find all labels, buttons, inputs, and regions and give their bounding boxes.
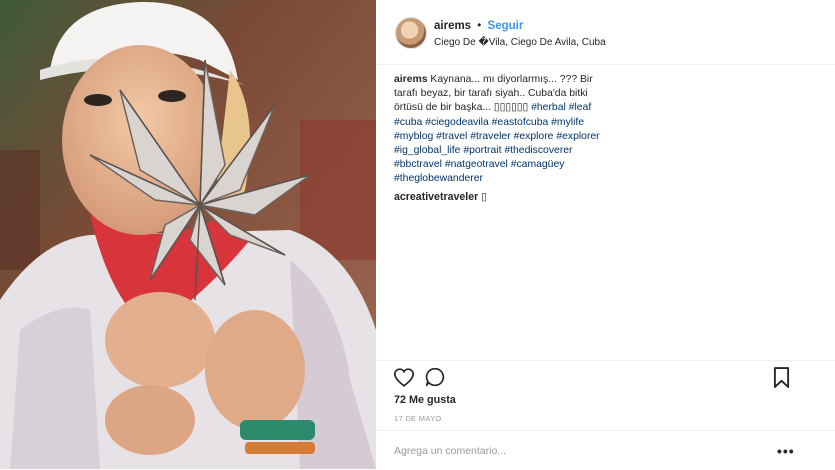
- hashtag-link[interactable]: #eastofcuba: [492, 117, 549, 128]
- hashtag-link[interactable]: #cuba: [394, 117, 422, 128]
- caption: airems Kaynana... mı diyorlarmış... ??? …: [394, 73, 619, 187]
- hashtag-link[interactable]: #mylife: [551, 117, 584, 128]
- comment: acreativetraveler ▯: [394, 191, 487, 203]
- hashtag-link[interactable]: #myblog: [394, 131, 433, 142]
- comment-bar: •••: [376, 430, 835, 470]
- caption-hashtags: #herbal #leaf #cuba #ciegodeavila #easto…: [394, 102, 600, 184]
- post-date: 17 DE MAYO: [394, 414, 442, 423]
- post-details-panel: airems • Seguir Ciego De �Vila, Ciego De…: [376, 0, 835, 469]
- comment-username[interactable]: acreativetraveler: [394, 191, 478, 203]
- heart-icon[interactable]: [393, 368, 415, 392]
- location-link[interactable]: Ciego De �Vila, Ciego De Avila, Cuba: [434, 37, 606, 48]
- hashtag-link[interactable]: #portrait: [463, 145, 501, 156]
- hashtag-link[interactable]: #herbal: [531, 102, 566, 113]
- more-options-icon[interactable]: •••: [777, 443, 795, 459]
- avatar[interactable]: [395, 17, 427, 49]
- follow-button[interactable]: Seguir: [488, 20, 524, 32]
- photo-image: [0, 0, 376, 469]
- caption-username[interactable]: airems: [394, 74, 428, 85]
- hashtag-link[interactable]: #natgeotravel: [445, 159, 508, 170]
- actions-divider: [376, 360, 835, 362]
- hashtag-link[interactable]: #traveler: [470, 131, 510, 142]
- hashtag-link[interactable]: #bbctravel: [394, 159, 442, 170]
- post-header: airems • Seguir Ciego De �Vila, Ciego De…: [376, 0, 835, 65]
- hashtag-link[interactable]: #camagüey: [511, 159, 565, 170]
- post-photo[interactable]: [0, 0, 376, 469]
- hashtag-link[interactable]: #theglobewanderer: [394, 173, 483, 184]
- hashtag-link[interactable]: #ig_global_life: [394, 145, 460, 156]
- comment-input[interactable]: [394, 442, 774, 460]
- likes-count[interactable]: 72 Me gusta: [394, 394, 456, 406]
- separator-dot: •: [477, 20, 482, 32]
- user-line: airems • Seguir: [434, 20, 523, 32]
- hashtag-link[interactable]: #ciegodeavila: [425, 117, 489, 128]
- hashtag-link[interactable]: #travel: [436, 131, 467, 142]
- username-link[interactable]: airems: [434, 20, 471, 32]
- hashtag-link[interactable]: #explorer: [556, 131, 599, 142]
- bookmark-icon[interactable]: [773, 367, 790, 393]
- hashtag-link[interactable]: #explore: [514, 131, 554, 142]
- hashtag-link[interactable]: #thediscoverer: [504, 145, 572, 156]
- comment-text: ▯: [481, 191, 488, 203]
- hashtag-link[interactable]: #leaf: [569, 102, 592, 113]
- comment-icon[interactable]: [425, 367, 445, 392]
